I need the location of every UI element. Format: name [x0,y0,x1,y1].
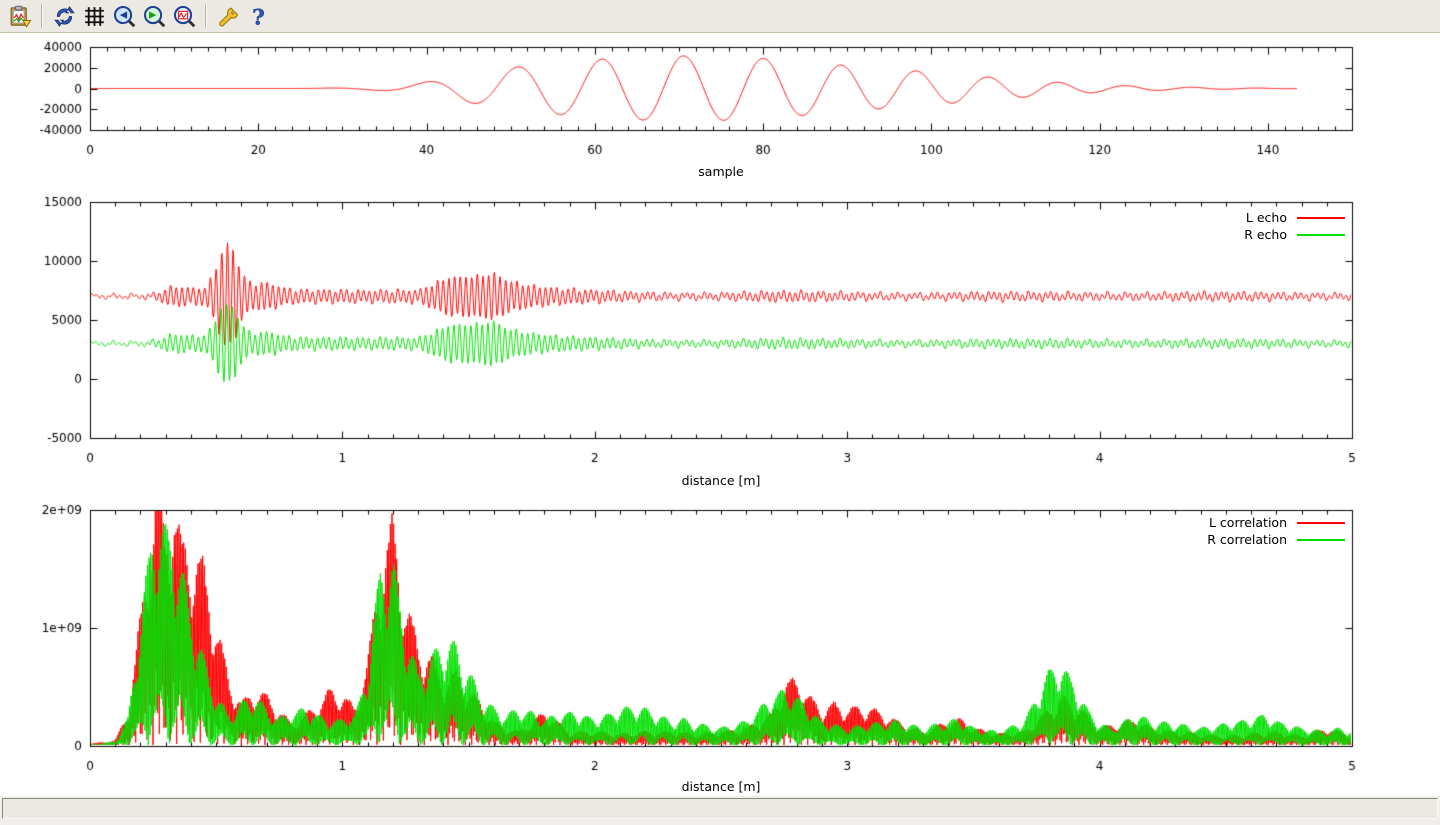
zoom-next-icon [143,5,166,28]
toggle-grid-button[interactable] [79,2,109,30]
zoom-next-button[interactable] [139,2,169,30]
refresh-icon [53,5,76,28]
plot-canvas[interactable] [0,33,1440,796]
plot-region: sample distance [m] distance [m] L echoR… [0,33,1440,796]
status-bar [0,796,1440,825]
help-icon: ? [247,5,270,28]
wrench-icon [217,5,240,28]
grid-icon [83,5,106,28]
export-plot-icon [9,5,32,28]
toolbar-separator [205,4,207,28]
zoom-autoscale-icon [173,5,196,28]
status-message [2,798,1438,819]
toolbar-separator [41,4,43,28]
export-plot-button[interactable] [5,2,35,30]
svg-text:?: ? [252,5,265,28]
zoom-previous-icon [113,5,136,28]
toolbar: ? [0,0,1440,33]
zoom-previous-button[interactable] [109,2,139,30]
autoscale-button[interactable] [169,2,199,30]
replot-button[interactable] [49,2,79,30]
configure-button[interactable] [213,2,243,30]
help-button[interactable]: ? [243,2,273,30]
